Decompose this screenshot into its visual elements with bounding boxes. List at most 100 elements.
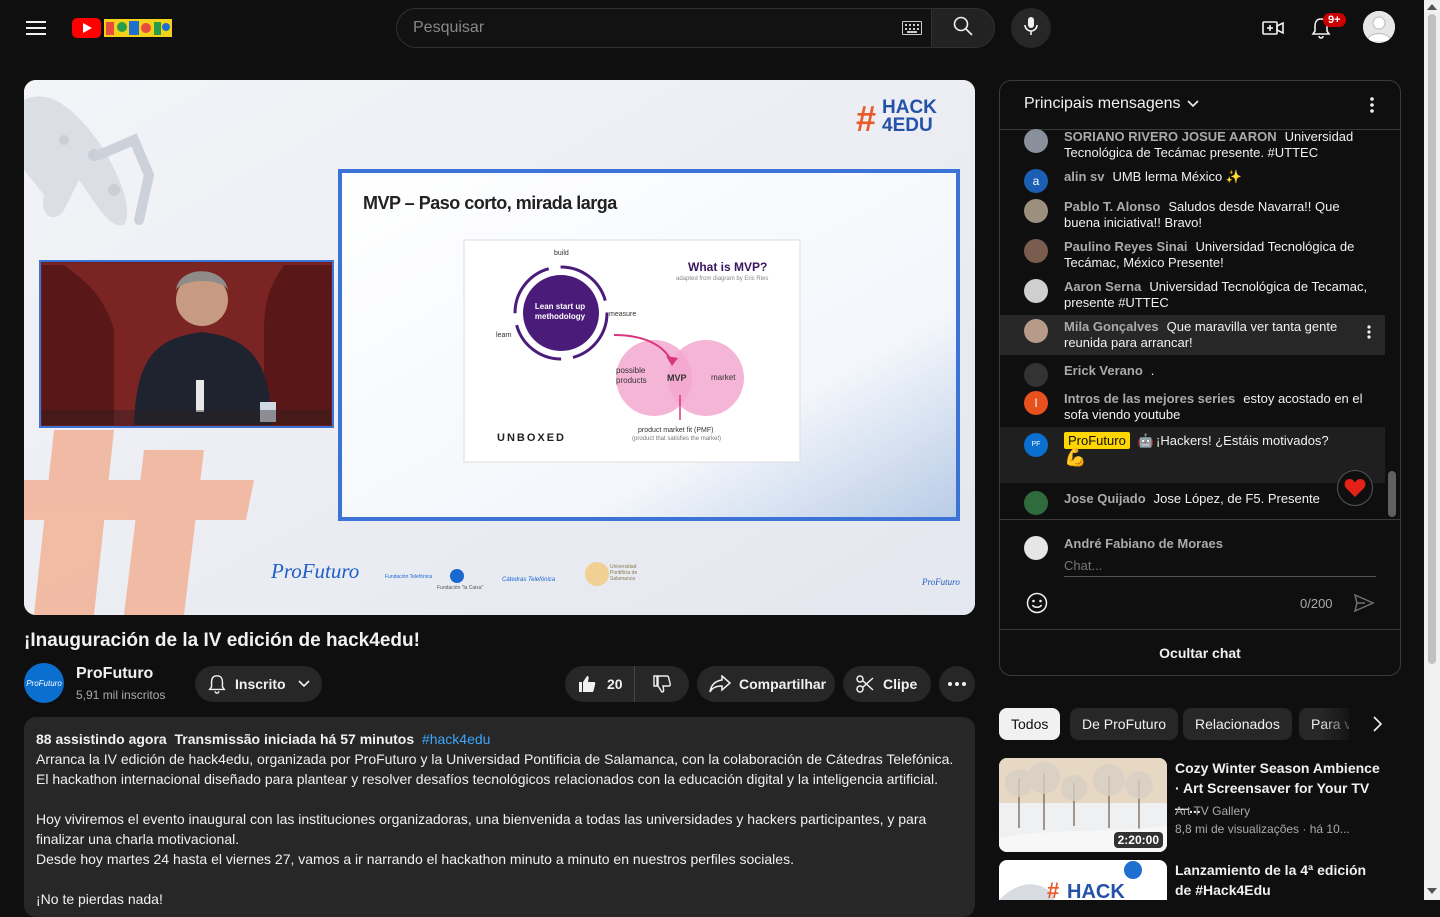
recommendation-item[interactable]: # HACK Lanzamiento de la 4ª edición de #… bbox=[999, 860, 1401, 900]
search-input[interactable] bbox=[413, 19, 873, 37]
description-paragraph-3: Desde hoy martes 24 hasta el viernes 27,… bbox=[36, 851, 794, 867]
chat-message[interactable]: a alin sv UMB lerma México ✨ bbox=[1024, 169, 1368, 193]
reaction-heart-button[interactable] bbox=[1337, 470, 1373, 506]
chevron-down-icon bbox=[1186, 100, 1199, 108]
more-horizontal-icon bbox=[948, 682, 966, 686]
hack4edu-logo: # HACK 4EDU bbox=[856, 97, 937, 139]
chat-avatar: I bbox=[1024, 391, 1048, 415]
chat-input[interactable] bbox=[1064, 555, 1376, 577]
scroll-down-arrow-icon[interactable] bbox=[1427, 888, 1437, 894]
chat-message[interactable]: Paulino Reyes Sinai Universidad Tecnológi… bbox=[1024, 239, 1368, 271]
profuturo-corner-logo: ProFuturo bbox=[922, 577, 960, 587]
video-duration: 2:20:00 bbox=[1113, 832, 1163, 848]
hashtag-link[interactable]: #hack4edu bbox=[422, 731, 491, 747]
page-scroll-thumb[interactable] bbox=[1428, 14, 1436, 664]
chat-avatar: PF bbox=[1024, 433, 1048, 457]
cycle-center-label: Lean start up methodology bbox=[534, 302, 586, 321]
chat-author: Aaron Serna bbox=[1064, 279, 1142, 294]
mvp-heading: What is MVP? bbox=[688, 260, 768, 274]
cycle-build-label: build bbox=[554, 250, 569, 257]
search-button[interactable] bbox=[931, 8, 995, 48]
mvp-subtitle: adapted from diagram by Eric Ries bbox=[676, 276, 769, 282]
youtube-logo[interactable] bbox=[72, 18, 172, 38]
chat-message-owner[interactable]: PF ProFuturo 🤖 ¡Hackers! ¿Estáis motivados… bbox=[1024, 432, 1368, 467]
chat-text: ¡Hackers! ¿Estáis motivados? bbox=[1156, 433, 1329, 448]
sponsor-upsa: Universidad Pontificia de Salamanca bbox=[610, 564, 638, 582]
voice-search-button[interactable] bbox=[1011, 8, 1051, 48]
page-scrollbar[interactable] bbox=[1424, 0, 1440, 900]
notification-badge: 9+ bbox=[1323, 13, 1346, 27]
clip-button[interactable]: Clipe bbox=[843, 666, 931, 702]
chat-message[interactable]: SORIANO RIVERO JOSUE AARON Universidad Te… bbox=[1024, 129, 1368, 161]
chat-avatar: a bbox=[1024, 169, 1048, 193]
chat-user-avatar bbox=[1024, 536, 1048, 560]
chip-all[interactable]: Todos bbox=[999, 708, 1061, 740]
stream-started: Transmissão iniciada há 57 minutos bbox=[174, 731, 415, 747]
chat-author: Jose Quijado bbox=[1064, 491, 1146, 506]
chat-text: Jose López, de F5. Presente bbox=[1153, 491, 1320, 506]
description-meta: 88 assistindo agora Transmissão iniciada… bbox=[36, 729, 963, 749]
more-actions-button[interactable] bbox=[939, 666, 975, 702]
keyboard-icon[interactable] bbox=[902, 21, 922, 40]
chat-menu-icon[interactable] bbox=[1364, 95, 1380, 115]
search-bar bbox=[396, 8, 932, 48]
like-dislike-group: 20 bbox=[565, 666, 689, 702]
clip-label: Clipe bbox=[883, 676, 918, 692]
chat-mode-label: Principais mensagens bbox=[1024, 95, 1181, 112]
top-bar: 9+ bbox=[0, 0, 1424, 56]
chat-message[interactable]: Erick Verano. bbox=[1024, 363, 1368, 387]
share-button[interactable]: Compartilhar bbox=[697, 666, 835, 702]
chat-message[interactable]: Aaron Serna Universidad Tecnológica de Te… bbox=[1024, 279, 1368, 311]
chat-author: Pablo T. Alonso bbox=[1064, 199, 1161, 214]
chat-message[interactable]: I Intros de las mejores series estoy acos… bbox=[1024, 391, 1368, 423]
dislike-button[interactable] bbox=[635, 666, 689, 702]
chat-scrollbar[interactable] bbox=[1388, 471, 1396, 517]
recommendation-item[interactable]: 2:20:00 Cozy Winter Season Ambience · Ar… bbox=[999, 758, 1401, 854]
chat-message[interactable]: Mila Gonçalves Que maravilla ver tanta ge… bbox=[1024, 319, 1368, 351]
chat-message-menu-icon[interactable] bbox=[1366, 323, 1372, 341]
video-player[interactable]: # HACK 4EDU MVP – Paso corto, mirada lar… bbox=[24, 80, 975, 615]
chevron-down-icon bbox=[298, 680, 310, 688]
channel-avatar[interactable]: ProFuturo bbox=[24, 663, 64, 703]
profuturo-footer-logo: ProFuturo bbox=[271, 559, 360, 583]
account-avatar[interactable] bbox=[1363, 11, 1395, 43]
recommendation-title[interactable]: Lanzamiento de la 4ª edición de #Hack4Ed… bbox=[1175, 860, 1385, 900]
live-chat-panel: Principais mensagens SORIANO RIVERO JOSU… bbox=[999, 80, 1401, 676]
chat-message[interactable]: Pablo T. Alonso Saludos desde Navarra!! Q… bbox=[1024, 199, 1368, 231]
chat-header: Principais mensagens bbox=[1000, 81, 1400, 130]
chat-avatar bbox=[1024, 491, 1048, 515]
video-thumbnail[interactable]: 2:20:00 bbox=[999, 758, 1167, 852]
chat-avatar bbox=[1024, 199, 1048, 223]
sponsor-catedras: Cátedras Telefónica bbox=[502, 577, 556, 583]
hide-chat-button[interactable]: Ocultar chat bbox=[1000, 630, 1400, 675]
microphone-icon bbox=[1023, 16, 1039, 41]
chat-mode-dropdown[interactable]: Principais mensagens bbox=[1024, 95, 1199, 113]
subscribed-button[interactable]: Inscrito bbox=[195, 666, 322, 702]
chat-avatar bbox=[1024, 279, 1048, 303]
svg-text:#: # bbox=[1047, 878, 1059, 900]
video-thumbnail[interactable]: # HACK bbox=[999, 860, 1167, 900]
chat-message[interactable]: Jose Quijado Jose López, de F5. Presente bbox=[1024, 491, 1368, 515]
video-frame bbox=[24, 80, 975, 615]
description-paragraph-4: ¡No te pierdas nada! bbox=[36, 891, 163, 907]
menu-icon[interactable] bbox=[16, 8, 56, 48]
scroll-up-arrow-icon[interactable] bbox=[1427, 4, 1437, 10]
create-video-icon[interactable] bbox=[1253, 8, 1293, 48]
chat-avatar bbox=[1024, 319, 1048, 343]
chip-related[interactable]: Relacionados bbox=[1183, 708, 1292, 740]
chip-from-channel[interactable]: De ProFuturo bbox=[1070, 708, 1179, 740]
recommendation-channel[interactable]: Art TV Gallery bbox=[1175, 802, 1250, 820]
chip-next-arrow-icon[interactable] bbox=[1361, 708, 1393, 740]
description-box[interactable]: 88 assistindo agora Transmissão iniciada… bbox=[24, 717, 975, 917]
like-button[interactable]: 20 bbox=[565, 666, 635, 702]
venn-left-label: possible products bbox=[616, 366, 647, 385]
send-icon[interactable] bbox=[1353, 593, 1375, 613]
sponsor-la-caixa: Fundación "la Caixa" bbox=[437, 585, 484, 591]
cycle-learn-label: learn bbox=[496, 332, 512, 339]
heart-icon bbox=[1344, 478, 1366, 498]
emoji-picker-icon[interactable] bbox=[1026, 592, 1048, 614]
video-title: ¡Inauguración de la IV edición de hack4e… bbox=[24, 630, 420, 651]
channel-name[interactable]: ProFuturo bbox=[76, 665, 153, 683]
venn-bottom-sub: (product that satisfies the market) bbox=[632, 436, 722, 442]
chat-author: Mila Gonçalves bbox=[1064, 319, 1159, 334]
